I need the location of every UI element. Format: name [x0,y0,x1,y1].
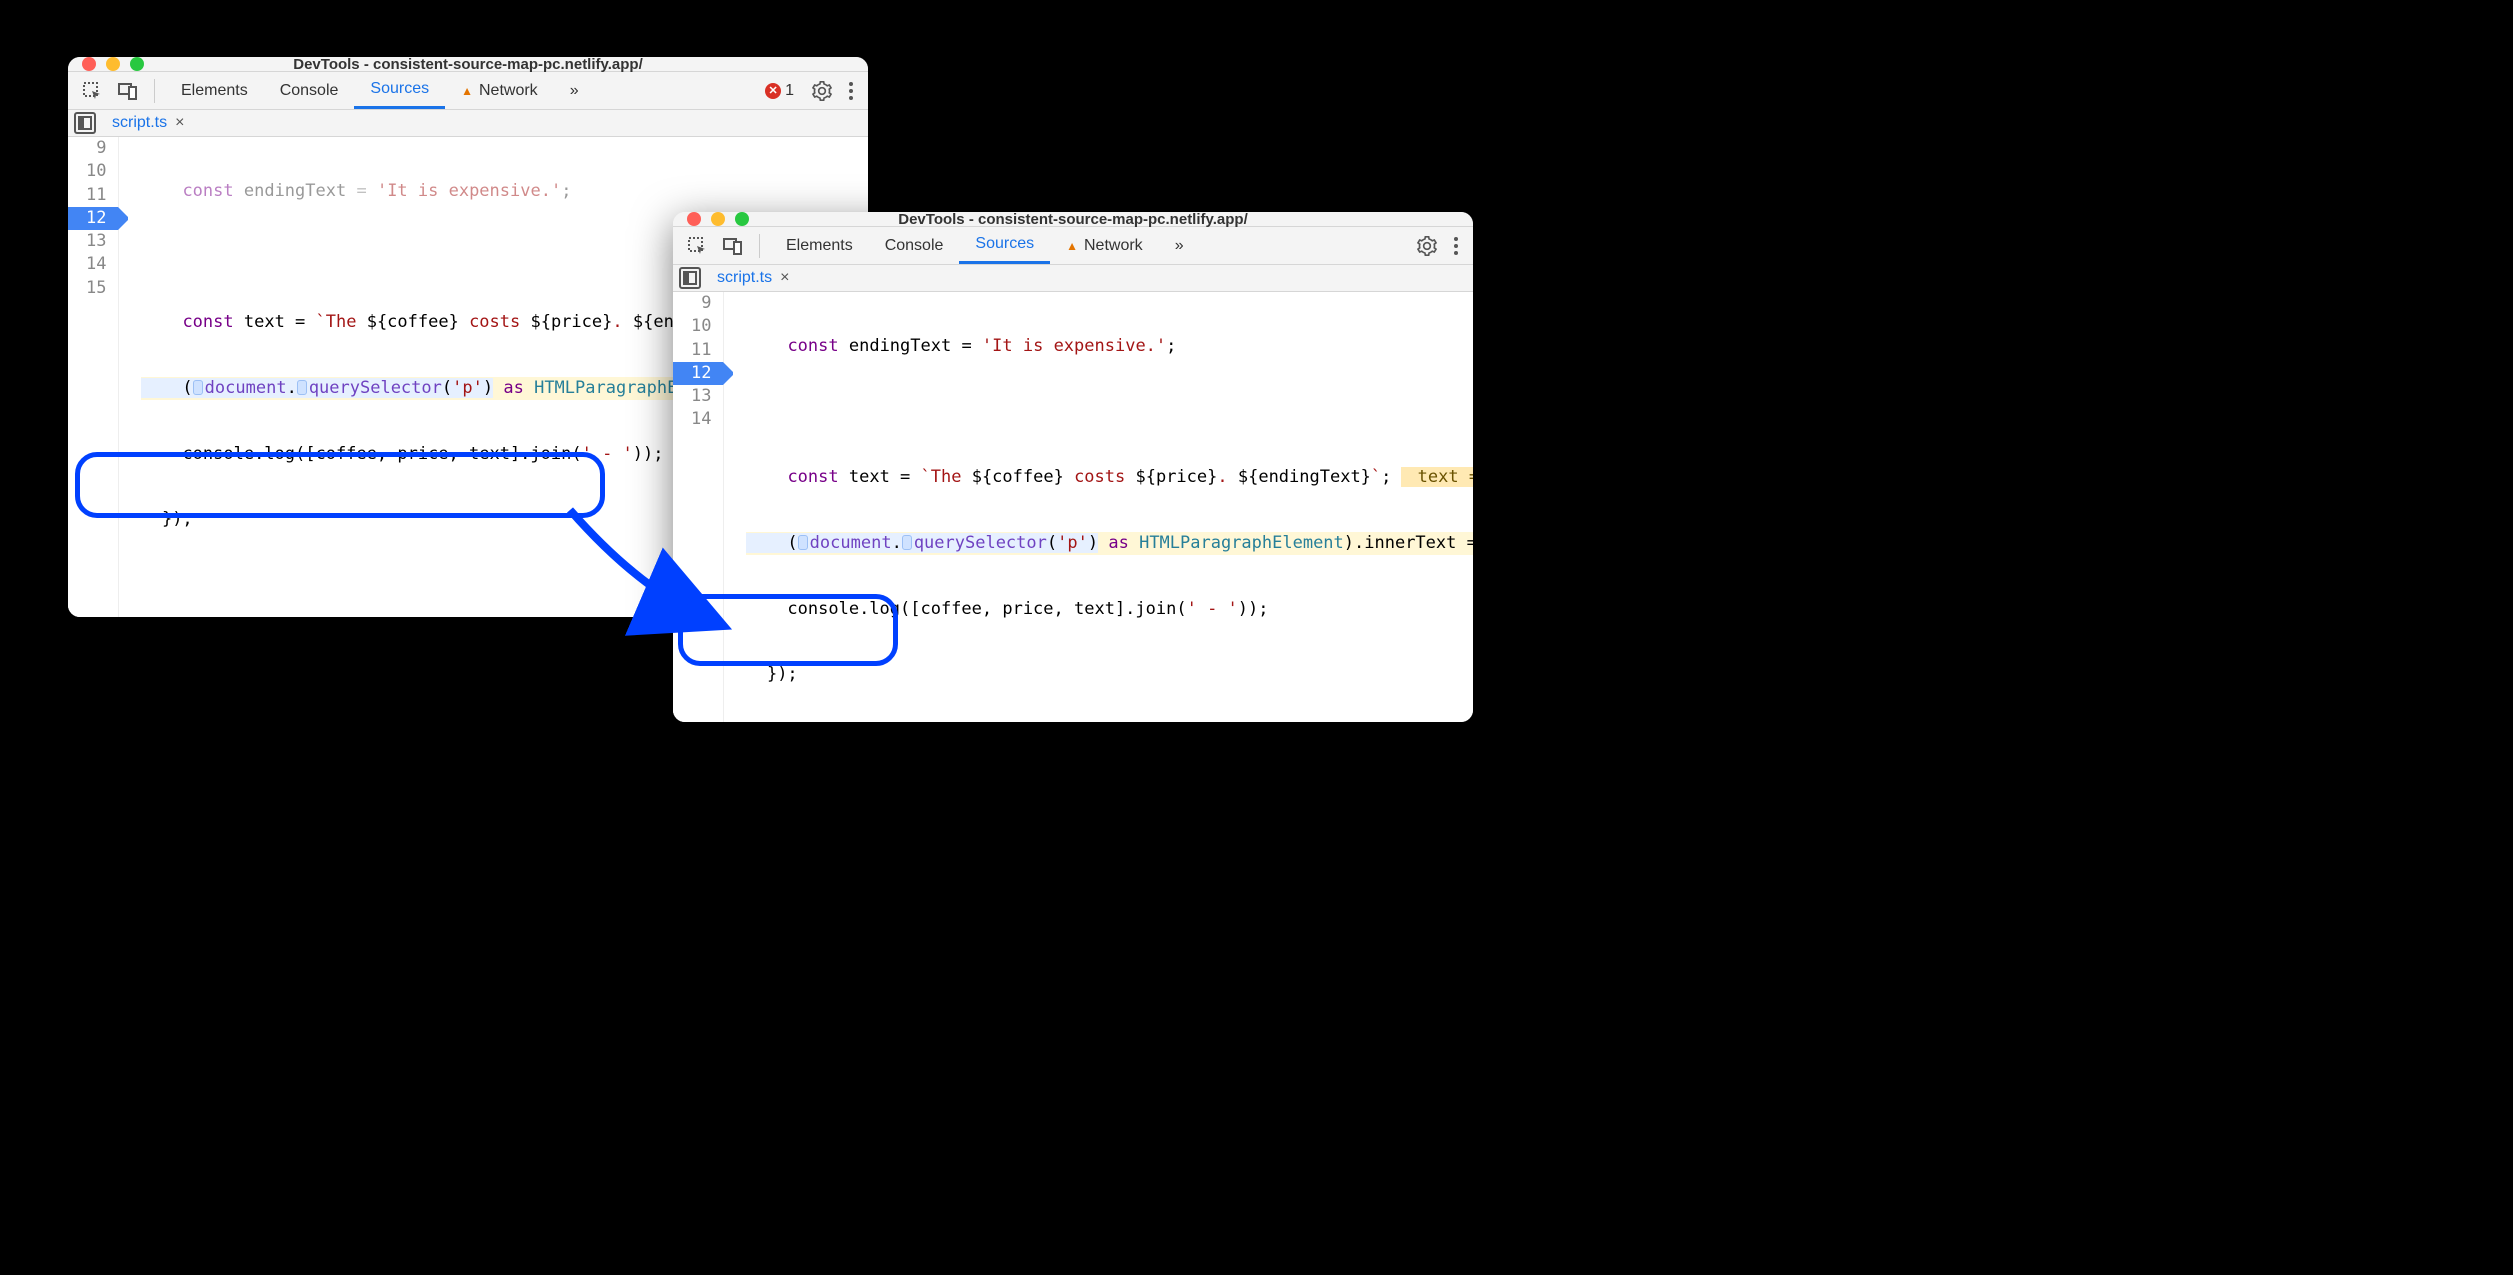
line-number: 11 [68,184,118,207]
line-number: 13 [68,230,118,253]
titlebar[interactable]: DevTools - consistent-source-map-pc.netl… [68,57,868,72]
code-line-current: (document.querySelector('p') as HTMLPara… [746,532,1473,555]
minimize-window-button[interactable] [106,57,120,71]
line-number: 14 [673,408,723,431]
code-line: }); [746,663,1473,686]
tab-elements[interactable]: Elements [165,72,264,109]
tab-more[interactable]: » [554,72,595,109]
line-number: 14 [68,253,118,276]
code-line [746,400,1473,423]
object-link-icon[interactable] [902,535,912,550]
error-count: 1 [785,82,794,100]
device-toolbar-icon[interactable] [717,230,749,262]
zoom-window-button[interactable] [130,57,144,71]
line-number: 10 [673,315,723,338]
line-number: 9 [673,292,723,315]
file-tab-script[interactable]: script.ts × [104,110,192,136]
tab-elements[interactable]: Elements [770,227,869,264]
minimize-window-button[interactable] [711,212,725,226]
code-line: const endingText = 'It is expensive.'; [746,335,1473,358]
main-toolbar: Elements Console Sources Network » ✕ 1 [68,72,868,110]
tab-network[interactable]: Network [445,72,554,109]
file-tab-bar: script.ts × [673,265,1473,292]
close-icon[interactable]: × [175,114,184,132]
main-toolbar: Elements Console Sources Network » [673,227,1473,265]
object-link-icon[interactable] [193,380,203,395]
tab-network[interactable]: Network [1050,227,1159,264]
line-number: 11 [673,339,723,362]
tab-sources[interactable]: Sources [959,227,1050,264]
code-area[interactable]: const endingText = 'It is expensive.'; c… [724,292,1473,722]
separator [154,79,155,103]
file-tab-script[interactable]: script.ts × [709,265,797,291]
breakpoint-line-number[interactable]: 12 [68,207,118,230]
tab-sources[interactable]: Sources [354,72,445,109]
line-number: 10 [68,160,118,183]
tab-console[interactable]: Console [869,227,960,264]
object-link-icon[interactable] [297,380,307,395]
close-window-button[interactable] [687,212,701,226]
window-title: DevTools - consistent-source-map-pc.netl… [68,57,868,73]
tab-more[interactable]: » [1159,227,1200,264]
navigator-toggle-icon[interactable] [74,112,96,134]
code-line: const text = `The ${coffee} costs ${pric… [746,466,1473,489]
titlebar[interactable]: DevTools - consistent-source-map-pc.netl… [673,212,1473,227]
close-icon[interactable]: × [780,269,789,287]
kebab-menu-icon[interactable] [842,75,860,107]
devtools-window-2: DevTools - consistent-source-map-pc.netl… [673,212,1473,722]
object-link-icon[interactable] [798,535,808,550]
code-line: const endingText = 'It is expensive.'; [141,180,868,203]
error-counter[interactable]: ✕ 1 [757,82,802,100]
code-line: console.log([coffee, price, text].join('… [746,598,1473,621]
inspect-element-icon[interactable] [76,75,108,107]
settings-gear-icon[interactable] [1411,230,1443,262]
file-tab-label: script.ts [717,269,772,287]
line-number: 15 [68,277,118,300]
code-editor[interactable]: 9 10 11 12 13 14 const endingText = 'It … [673,292,1473,722]
kebab-menu-icon[interactable] [1447,230,1465,262]
line-number: 13 [673,385,723,408]
panel-tabs: Elements Console Sources Network » [770,227,1200,264]
close-window-button[interactable] [82,57,96,71]
inline-value-hint: text = [1401,467,1473,487]
error-icon: ✕ [765,83,781,99]
file-tab-label: script.ts [112,114,167,132]
zoom-window-button[interactable] [735,212,749,226]
file-tab-bar: script.ts × [68,110,868,137]
line-gutter[interactable]: 9 10 11 12 13 14 15 [68,137,119,617]
line-number: 9 [68,137,118,160]
annotation-arrow [560,470,740,640]
breakpoint-line-number[interactable]: 12 [673,362,723,385]
inspect-element-icon[interactable] [681,230,713,262]
panel-tabs: Elements Console Sources Network » [165,72,595,109]
navigator-toggle-icon[interactable] [679,267,701,289]
device-toolbar-icon[interactable] [112,75,144,107]
window-title: DevTools - consistent-source-map-pc.netl… [673,212,1473,228]
tab-console[interactable]: Console [264,72,355,109]
settings-gear-icon[interactable] [806,75,838,107]
traffic-lights [687,212,749,226]
separator [759,234,760,258]
traffic-lights [82,57,144,71]
